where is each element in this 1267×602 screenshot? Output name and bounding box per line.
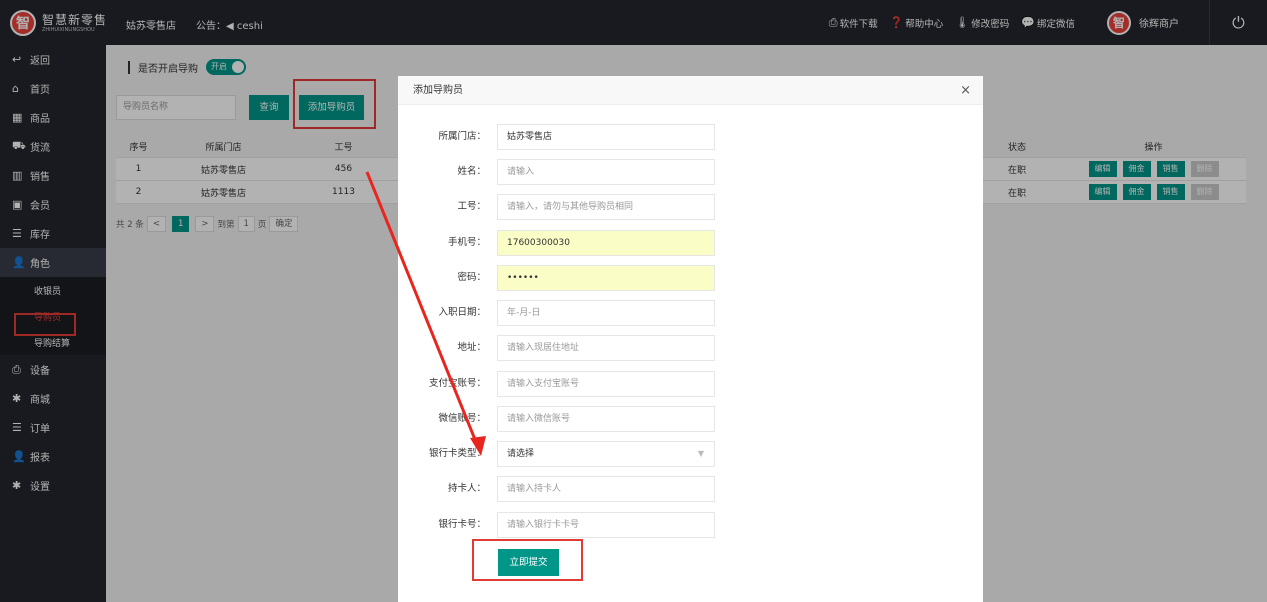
dialog-header: 添加导购员 × (398, 76, 983, 105)
chevron-down-icon: ▼ (697, 449, 704, 458)
password-field[interactable]: •••••• (497, 265, 715, 291)
card-number-field[interactable]: 请输入银行卡卡号 (497, 512, 715, 538)
hire-date-field[interactable]: 年-月-日 (497, 300, 715, 326)
card-number-label: 银行卡号： (438, 519, 486, 530)
add-guide-dialog: 添加导购员 × 所属门店： 姑苏零售店 姓名： 请输入 工号： 请输入，请勿与其… (398, 76, 983, 602)
phone-field[interactable]: 17600300030 (497, 230, 715, 256)
name-field[interactable]: 请输入 (497, 159, 715, 185)
form-row-password: 密码： •••••• (398, 265, 798, 291)
form-row-store: 所属门店： 姑苏零售店 (398, 124, 798, 150)
wechat-label: 微信账号： (438, 413, 486, 424)
form-row-bank-type: 银行卡类型： 请选择 ▼ (398, 441, 798, 467)
close-icon[interactable]: × (960, 76, 971, 105)
form-row-wechat: 微信账号： 请输入微信账号 (398, 406, 798, 432)
form-row-cardholder: 持卡人： 请输入持卡人 (398, 476, 798, 502)
bank-type-label: 银行卡类型： (428, 448, 486, 459)
code-field[interactable]: 请输入，请勿与其他导购员相同 (497, 194, 715, 220)
password-label: 密码： (457, 272, 486, 283)
dialog-title: 添加导购员 (413, 85, 463, 96)
highlight-box (472, 539, 583, 581)
form-row-card-number: 银行卡号： 请输入银行卡卡号 (398, 512, 798, 538)
store-label: 所属门店： (438, 131, 486, 142)
alipay-label: 支付宝账号： (428, 378, 486, 389)
bank-type-select[interactable]: 请选择 ▼ (497, 441, 715, 467)
cardholder-label: 持卡人： (447, 483, 486, 494)
alipay-field[interactable]: 请输入支付宝账号 (497, 371, 715, 397)
form-row-address: 地址： 请输入现居住地址 (398, 335, 798, 361)
bank-type-value: 请选择 (507, 449, 535, 459)
form-row-phone: 手机号： 17600300030 (398, 230, 798, 256)
hire-date-label: 入职日期： (438, 307, 486, 318)
wechat-field[interactable]: 请输入微信账号 (497, 406, 715, 432)
name-label: 姓名： (457, 166, 486, 177)
address-label: 地址： (457, 342, 486, 353)
code-label: 工号： (457, 201, 486, 212)
cardholder-field[interactable]: 请输入持卡人 (497, 476, 715, 502)
form-row-name: 姓名： 请输入 (398, 159, 798, 185)
address-field[interactable]: 请输入现居住地址 (497, 335, 715, 361)
form-row-hire-date: 入职日期： 年-月-日 (398, 300, 798, 326)
store-field[interactable]: 姑苏零售店 (497, 124, 715, 150)
form-row-alipay: 支付宝账号： 请输入支付宝账号 (398, 371, 798, 397)
form-row-code: 工号： 请输入，请勿与其他导购员相同 (398, 194, 798, 220)
phone-label: 手机号： (447, 237, 486, 248)
